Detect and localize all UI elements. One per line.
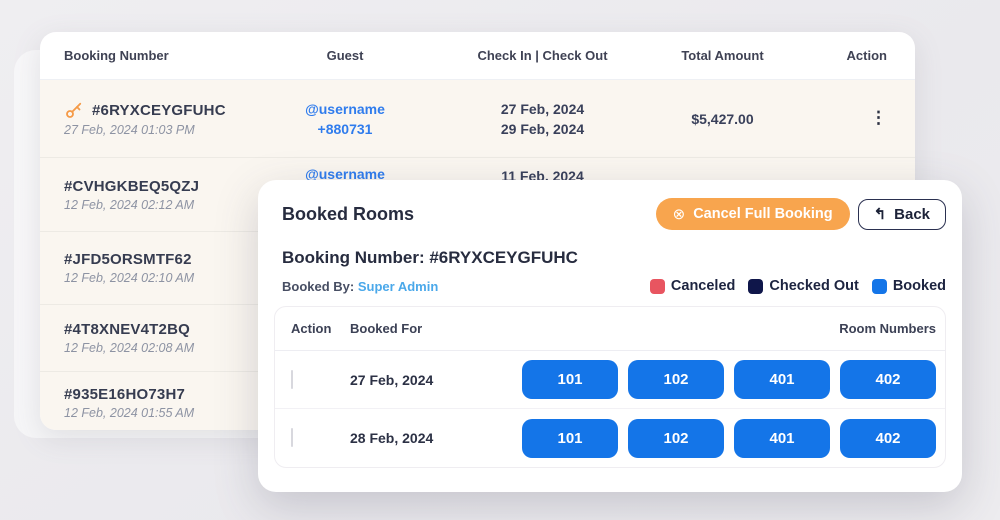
room-button[interactable]: 101 xyxy=(522,360,618,399)
room-button[interactable]: 402 xyxy=(840,360,936,399)
key-icon xyxy=(64,100,84,120)
header-booking-number: Booking Number xyxy=(40,48,255,63)
bookings-table-header: Booking Number Guest Check In | Check Ou… xyxy=(40,32,915,80)
booking-date: 12 Feb, 2024 02:08 AM xyxy=(64,341,255,355)
legend-booked: Booked xyxy=(872,278,946,294)
booking-number: #935E16HO73H7 xyxy=(64,386,255,403)
booked-for-date: 28 Feb, 2024 xyxy=(347,430,487,446)
booking-date: 27 Feb, 2024 01:03 PM xyxy=(64,123,255,137)
modal-booking-number: Booking Number: #6RYXCEYGFUHC xyxy=(258,242,962,268)
row-checkbox[interactable] xyxy=(291,428,293,447)
booking-date: 12 Feb, 2024 02:10 AM xyxy=(64,271,255,285)
back-arrow-icon: ↰ xyxy=(874,207,887,222)
status-legend: Canceled Checked Out Booked xyxy=(650,278,946,294)
legend-canceled: Canceled xyxy=(650,278,735,294)
room-button[interactable]: 102 xyxy=(628,360,724,399)
back-button[interactable]: ↰ Back xyxy=(858,199,946,230)
total-amount: $5,427.00 xyxy=(650,111,795,127)
check-in-date: 27 Feb, 2024 xyxy=(435,101,650,117)
header-action: Action xyxy=(795,48,915,63)
legend-checked-out: Checked Out xyxy=(748,278,858,294)
cancel-full-booking-button[interactable]: ⊗ Cancel Full Booking xyxy=(656,198,850,230)
booking-number: #JFD5ORSMTF62 xyxy=(64,251,255,268)
check-out-date: 29 Feb, 2024 xyxy=(435,121,650,137)
row-checkbox[interactable] xyxy=(291,370,293,389)
booking-number: #CVHGKBEQ5QZJ xyxy=(64,178,255,195)
modal-title: Booked Rooms xyxy=(282,204,414,225)
rooms-header-action: Action xyxy=(275,321,347,336)
rooms-header-room-numbers: Room Numbers xyxy=(839,321,945,336)
room-button[interactable]: 401 xyxy=(734,360,830,399)
room-button[interactable]: 401 xyxy=(734,419,830,458)
room-button[interactable]: 102 xyxy=(628,419,724,458)
room-button[interactable]: 101 xyxy=(522,419,618,458)
cancel-full-booking-label: Cancel Full Booking xyxy=(693,206,832,222)
booked-by-user-link[interactable]: Super Admin xyxy=(358,279,438,294)
guest-phone-link[interactable]: +880731 xyxy=(255,121,435,137)
rooms-table: Action Booked For Room Numbers 27 Feb, 2… xyxy=(274,306,946,468)
canceled-swatch-icon xyxy=(650,279,665,294)
header-check-in-out: Check In | Check Out xyxy=(435,48,650,63)
room-button[interactable]: 402 xyxy=(840,419,936,458)
booked-for-date: 27 Feb, 2024 xyxy=(347,372,487,388)
booking-number: #4T8XNEV4T2BQ xyxy=(64,321,255,338)
rooms-table-row: 27 Feb, 2024 101 102 401 402 xyxy=(275,351,945,409)
booking-date: 12 Feb, 2024 01:55 AM xyxy=(64,406,255,420)
booking-date: 12 Feb, 2024 02:12 AM xyxy=(64,198,255,212)
checked-out-swatch-icon xyxy=(748,279,763,294)
rooms-table-row: 28 Feb, 2024 101 102 401 402 xyxy=(275,409,945,467)
table-row[interactable]: #6RYXCEYGFUHC 27 Feb, 2024 01:03 PM @use… xyxy=(40,80,915,158)
rooms-header-booked-for: Booked For xyxy=(347,321,487,336)
rooms-table-header: Action Booked For Room Numbers xyxy=(275,307,945,351)
booked-swatch-icon xyxy=(872,279,887,294)
kebab-menu-icon[interactable]: ⋮ xyxy=(870,109,887,126)
booking-number: #6RYXCEYGFUHC xyxy=(92,102,226,119)
circled-x-icon: ⊗ xyxy=(673,207,686,222)
back-label: Back xyxy=(894,206,930,223)
booked-by: Booked By: Super Admin xyxy=(282,279,438,294)
guest-username-link[interactable]: @username xyxy=(255,101,435,117)
header-total-amount: Total Amount xyxy=(650,48,795,63)
header-guest: Guest xyxy=(255,48,435,63)
booked-rooms-modal: Booked Rooms ⊗ Cancel Full Booking ↰ Bac… xyxy=(258,180,962,492)
